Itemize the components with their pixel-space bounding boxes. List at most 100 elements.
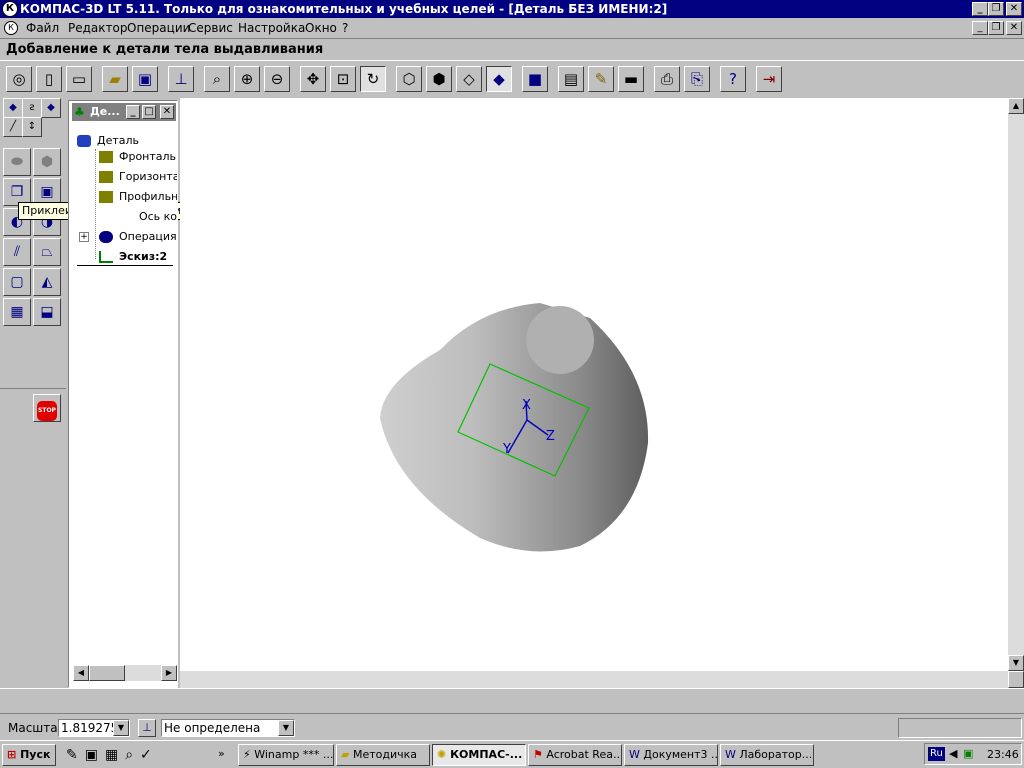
task-kompas[interactable]: ✺ КОМПАС-... <box>432 744 526 766</box>
menu-editor[interactable]: Редактор <box>68 21 127 35</box>
scale-combo[interactable]: 1.819275 ▼ <box>58 719 130 737</box>
viewport-vscroll[interactable]: ▲ ▼ <box>1008 98 1024 688</box>
quicklaunch-desktop-icon[interactable]: ▣ <box>85 747 105 763</box>
palette-tab-aux-icon[interactable]: ◆ <box>41 98 61 118</box>
palette-tab-lines-icon[interactable]: ╱ <box>3 117 23 137</box>
sketch-icon[interactable]: ⊥ <box>168 66 194 92</box>
volume-icon[interactable]: ◀ <box>949 747 957 760</box>
loft-icon[interactable]: ⏢ <box>33 238 61 266</box>
doc-restore-button[interactable]: ❐ <box>988 21 1004 35</box>
tree-hscroll[interactable]: ◀ ▶ <box>73 665 177 681</box>
app-icon[interactable]: К <box>2 1 18 17</box>
viewport-hscroll[interactable] <box>180 671 1008 688</box>
chevron-down-icon[interactable]: ▼ <box>278 720 294 736</box>
help-icon[interactable]: ? <box>720 66 746 92</box>
fillet-icon[interactable]: ▦ <box>3 298 31 326</box>
monitor-icon[interactable]: ▣ <box>963 747 973 760</box>
expand-icon[interactable]: + <box>79 232 89 242</box>
tree-item-operation[interactable]: Операция <box>99 229 177 243</box>
tree-scroll-thumb[interactable] <box>89 665 125 681</box>
thin-lines-icon[interactable]: ◇ <box>456 66 482 92</box>
spec-icon[interactable]: ▤ <box>558 66 584 92</box>
orientation-icon[interactable]: ⊥ <box>138 719 156 737</box>
tree-item-top-plane[interactable]: Горизонта <box>99 169 177 183</box>
menu-file[interactable]: Файл <box>26 21 59 35</box>
preview-icon[interactable]: ⎙ <box>654 66 680 92</box>
task-acrobat[interactable]: ⚑ Acrobat Rea... <box>528 744 622 766</box>
task-document3[interactable]: W Документ3 ... <box>624 744 718 766</box>
orientation-combo[interactable]: Не определена ▼ <box>161 719 295 737</box>
perspective-icon[interactable]: ■ <box>522 66 548 92</box>
task-winamp[interactable]: ⚡ Winamp *** ... <box>238 744 334 766</box>
quicklaunch-search-icon[interactable]: ⌕ <box>125 747 140 763</box>
tree-item-detail[interactable]: Деталь <box>77 133 139 147</box>
revolve-boss-icon[interactable]: ⬢ <box>33 148 61 176</box>
palette-tab-ops-icon[interactable]: ◆ <box>3 98 23 118</box>
zoom-in-icon[interactable]: ⊕ <box>234 66 260 92</box>
start-button[interactable]: ⊞ Пуск <box>2 744 56 766</box>
wireframe-icon[interactable]: ⬡ <box>396 66 422 92</box>
quicklaunch-calc-icon[interactable]: ▦ <box>105 747 125 763</box>
close-button[interactable]: ✕ <box>1006 2 1022 16</box>
tree-rollback-bar[interactable] <box>77 265 173 266</box>
pan-icon[interactable]: ✥ <box>300 66 326 92</box>
tree-item-sketch[interactable]: Эскиз:2 <box>99 249 177 263</box>
rotate-icon[interactable]: ↻ <box>360 66 386 92</box>
menu-help[interactable]: ? <box>342 21 348 35</box>
scroll-left-icon[interactable]: ◀ <box>73 665 89 681</box>
scroll-down-icon[interactable]: ▼ <box>1008 655 1024 671</box>
scroll-right-icon[interactable]: ▶ <box>161 665 177 681</box>
new-doc-icon[interactable]: ▯ <box>36 66 62 92</box>
shell-icon[interactable]: ▢ <box>3 268 31 296</box>
print-icon[interactable]: ⎘ <box>684 66 710 92</box>
quicklaunch-pen-icon[interactable]: ✎ <box>66 747 85 763</box>
menu-window[interactable]: Окно <box>305 21 337 35</box>
palette-tab-curves-icon[interactable]: ƨ <box>22 98 42 118</box>
zoom-icon[interactable]: ⌕ <box>204 66 230 92</box>
rib-icon[interactable]: ◭ <box>33 268 61 296</box>
shaded-icon[interactable]: ◆ <box>486 66 512 92</box>
fit-icon[interactable]: ⊡ <box>330 66 356 92</box>
menu-service[interactable]: Сервис <box>188 21 233 35</box>
properties-icon[interactable]: ✎ <box>588 66 614 92</box>
tree-item-front-plane[interactable]: Фронталь <box>99 149 177 163</box>
hidden-lines-icon[interactable]: ⬢ <box>426 66 452 92</box>
quick-launch[interactable]: ✎▣▦⌕✓ <box>66 747 159 763</box>
open-folder-icon[interactable]: ▰ <box>102 66 128 92</box>
doc-close-button[interactable]: ✕ <box>1006 21 1022 35</box>
drawing-icon[interactable]: ▬ <box>618 66 644 92</box>
measure-icon[interactable]: ◎ <box>6 66 32 92</box>
minimize-button[interactable]: _ <box>972 2 988 16</box>
tree-item-axis[interactable]: Ось ко <box>99 209 177 223</box>
chevron-down-icon[interactable]: ▼ <box>113 720 129 736</box>
zoom-out-icon[interactable]: ⊖ <box>264 66 290 92</box>
clock[interactable]: 23:46 <box>987 748 1019 761</box>
stop-icon[interactable]: STOP <box>33 394 61 422</box>
scroll-up-icon[interactable]: ▲ <box>1008 98 1024 114</box>
menu-operations[interactable]: Операции <box>127 21 190 35</box>
tree-maximize-button[interactable]: □ <box>142 105 156 119</box>
task-metodichka[interactable]: ▰ Методичка <box>336 744 430 766</box>
restore-button[interactable]: ❐ <box>988 2 1004 16</box>
menu-settings[interactable]: Настройка <box>238 21 305 35</box>
task-laborator[interactable]: W Лаборатор... <box>720 744 814 766</box>
windows-logo-icon: ⊞ <box>7 748 17 761</box>
axis-y-label: Y <box>502 442 511 457</box>
language-indicator[interactable]: Ru <box>928 747 945 761</box>
quicklaunch-notes-icon[interactable]: ✓ <box>140 747 159 763</box>
extrude-boss-icon[interactable]: ⬬ <box>3 148 31 176</box>
chamfer-icon[interactable]: ⬓ <box>33 298 61 326</box>
tree-close-button[interactable]: ✕ <box>160 105 174 119</box>
sweep-icon[interactable]: ⫽ <box>3 238 31 266</box>
doc-minimize-button[interactable]: _ <box>972 21 988 35</box>
tree-minimize-button[interactable]: _ <box>126 105 140 119</box>
document-menu-icon[interactable]: К <box>4 21 18 35</box>
model-viewport[interactable]: X Y Z <box>180 98 1008 671</box>
size-grip[interactable] <box>1008 671 1024 688</box>
exit-icon[interactable]: ⇥ <box>756 66 782 92</box>
more-icon[interactable]: » <box>218 747 225 760</box>
new-sheet-icon[interactable]: ▭ <box>66 66 92 92</box>
save-icon[interactable]: ▣ <box>132 66 158 92</box>
tree-item-profile-plane[interactable]: Профильн <box>99 189 177 203</box>
palette-tab-dims-icon[interactable]: ↕ <box>22 117 42 137</box>
